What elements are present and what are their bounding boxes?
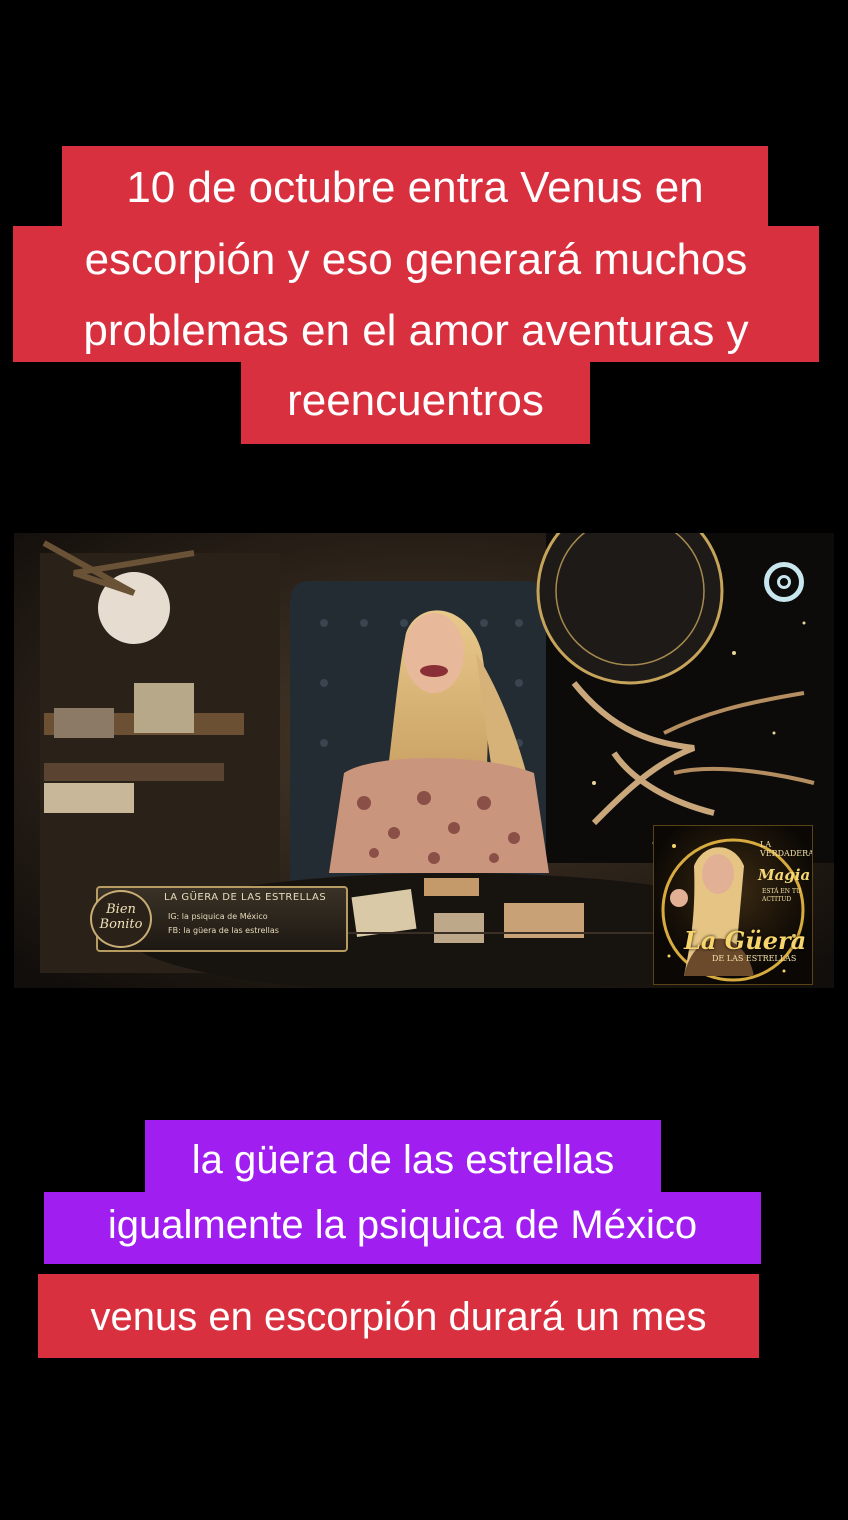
top-caption-line-4: reencuentros: [241, 362, 590, 444]
top-caption-line-1: 10 de octubre entra Venus en: [62, 146, 768, 226]
channel-logo-icon: [764, 562, 804, 602]
nameplate-line-1: IG: la psiquica de México: [168, 912, 268, 921]
top-caption-line-3: problemas en el amor aventuras y: [13, 296, 819, 362]
promo-badge: LA VERDADERA Magia ESTÁ EN TU ACTITUD La…: [653, 825, 813, 985]
promo-top-text: LA VERDADERA: [760, 840, 813, 858]
promo-name: La Güera: [684, 926, 807, 955]
top-caption-line-2: escorpión y eso generará muchos: [13, 226, 819, 296]
bottom-caption-1: la güera de las estrellas: [145, 1120, 661, 1192]
nameplate-title: LA GÜERA DE LAS ESTRELLAS: [164, 892, 327, 903]
promo-tagline: ESTÁ EN TU ACTITUD: [762, 888, 801, 903]
show-nameplate: Bien Bonito LA GÜERA DE LAS ESTRELLAS IG…: [90, 886, 348, 952]
promo-subname: DE LAS ESTRELLAS: [712, 954, 797, 963]
promo-magic-text: Magia: [758, 866, 811, 884]
show-logo: Bien Bonito: [90, 890, 152, 948]
nameplate-line-2: FB: la güera de las estrellas: [168, 926, 279, 935]
bottom-caption-2: igualmente la psiquica de México: [44, 1192, 761, 1264]
bottom-caption-3: venus en escorpión durará un mes: [38, 1274, 759, 1358]
